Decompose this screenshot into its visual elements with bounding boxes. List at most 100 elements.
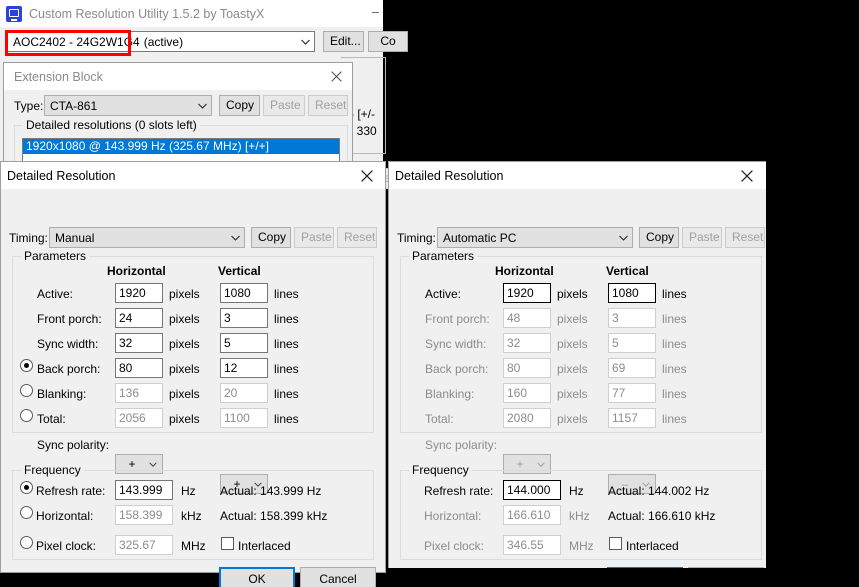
left-timing-value: Manual — [55, 231, 94, 245]
left-cancel-button[interactable]: Cancel — [300, 567, 376, 587]
right-cancel-button[interactable]: Cancel — [688, 567, 764, 568]
extension-block-title: Extension Block — [4, 70, 103, 84]
left-radio-refresh-rate[interactable] — [20, 481, 33, 494]
left-unit-h-5: pixels — [169, 412, 200, 426]
left-unit-h-1: pixels — [169, 312, 200, 326]
left-dialog-client: Timing: Manual Copy Paste Reset Paramete… — [1, 189, 385, 572]
right-freq-unit-0: Hz — [569, 484, 584, 498]
left-radio-horizontal[interactable] — [20, 506, 33, 519]
right-row-h-3[interactable]: 80 — [503, 358, 551, 378]
right-row-v-3[interactable]: 69 — [608, 358, 656, 378]
left-row-h-2[interactable]: 32 — [115, 333, 163, 353]
chevron-down-icon — [296, 32, 314, 51]
right-row-h-1[interactable]: 48 — [503, 308, 551, 328]
left-row-v-3[interactable]: 12 — [220, 358, 268, 378]
left-interlaced-checkbox[interactable] — [221, 537, 234, 550]
list-item[interactable]: 1920x1080 @ 143.999 Hz (325.67 MHz) [+/+… — [23, 139, 339, 154]
close-icon[interactable] — [320, 63, 352, 90]
left-freq-unit-2: MHz — [181, 539, 206, 553]
right-sync-polarity-label: Sync polarity: — [425, 438, 497, 452]
left-ok-button[interactable]: OK — [219, 567, 295, 587]
right-row-v-4[interactable]: 77 — [608, 383, 656, 403]
left-parameters-label: Parameters — [21, 249, 89, 263]
right-interlaced-label: Interlaced — [626, 539, 679, 553]
right-row-v-1[interactable]: 3 — [608, 308, 656, 328]
left-radio-blanking[interactable] — [20, 384, 33, 397]
extension-reset-button[interactable]: Reset — [308, 95, 348, 116]
extension-paste-button[interactable]: Paste — [263, 95, 305, 116]
left-radio-back-porch[interactable] — [20, 359, 33, 372]
left-row-v-1[interactable]: 3 — [220, 308, 268, 328]
right-paste-button[interactable]: Paste — [682, 227, 722, 248]
right-row-label-2: Sync width: — [425, 337, 486, 351]
display-select-value: AOC2402 - 24G2W1G4 — [13, 35, 140, 49]
left-row-h-1[interactable]: 24 — [115, 308, 163, 328]
edit-button[interactable]: Edit... — [323, 31, 364, 52]
type-label: Type: — [14, 99, 43, 113]
left-unit-v-4: lines — [274, 387, 299, 401]
right-freq-value-1[interactable]: 166.610 — [503, 505, 561, 525]
left-row-h-0[interactable]: 1920 — [115, 283, 163, 303]
right-dialog-clip: Detailed Resolution Timing: Automatic PC… — [388, 161, 766, 568]
right-unit-v-5: lines — [662, 412, 687, 426]
right-unit-h-0: pixels — [557, 287, 588, 301]
left-freq-value-2[interactable]: 325.67 — [115, 535, 173, 555]
left-dialog-title: Detailed Resolution — [1, 169, 115, 183]
left-radio-pixel-clock[interactable] — [20, 536, 33, 549]
right-row-label-1: Front porch: — [425, 312, 490, 326]
left-row-label-5: Total: — [37, 412, 66, 426]
right-row-h-4[interactable]: 160 — [503, 383, 551, 403]
display-select[interactable]: AOC2402 - 24G2W1G4 (active) — [7, 31, 315, 52]
type-select[interactable]: CTA-861 — [44, 95, 212, 116]
left-freq-label-2: Pixel clock: — [36, 539, 96, 553]
right-timing-value: Automatic PC — [443, 231, 516, 245]
close-icon[interactable] — [731, 162, 763, 189]
right-row-label-3: Back porch: — [425, 362, 488, 376]
left-radio-total[interactable] — [20, 409, 33, 422]
left-copy-button[interactable]: Copy — [251, 227, 291, 248]
close-icon[interactable] — [351, 162, 383, 189]
right-row-h-0[interactable]: 1920 — [503, 283, 551, 303]
right-timing-select[interactable]: Automatic PC — [437, 227, 633, 248]
detailed-resolution-dialog-left: Detailed Resolution Timing: Manual Copy … — [0, 161, 386, 573]
right-ok-button[interactable]: OK — [607, 567, 683, 568]
left-unit-h-2: pixels — [169, 337, 200, 351]
left-row-v-0[interactable]: 1080 — [220, 283, 268, 303]
right-row-label-0: Active: — [425, 287, 461, 301]
right-interlaced-checkbox[interactable] — [609, 537, 622, 550]
right-freq-value-0[interactable]: 144.000 — [503, 480, 561, 500]
right-row-v-5[interactable]: 1157 — [608, 408, 656, 428]
right-unit-v-4: lines — [662, 387, 687, 401]
left-row-v-5[interactable]: 1100 — [220, 408, 268, 428]
left-reset-button[interactable]: Reset — [337, 227, 377, 248]
right-unit-v-1: lines — [662, 312, 687, 326]
left-freq-actual-1: Actual: 158.399 kHz — [220, 509, 327, 523]
left-row-v-4[interactable]: 20 — [220, 383, 268, 403]
copy-button[interactable]: Co — [368, 31, 408, 52]
left-row-v-2[interactable]: 5 — [220, 333, 268, 353]
minimize-button[interactable]: – — [372, 4, 379, 19]
left-row-h-4[interactable]: 136 — [115, 383, 163, 403]
cru-titlebar: Custom Resolution Utility 1.5.2 by Toast… — [0, 0, 383, 27]
right-row-h-5[interactable]: 2080 — [503, 408, 551, 428]
left-row-h-5[interactable]: 2056 — [115, 408, 163, 428]
right-row-v-0[interactable]: 1080 — [608, 283, 656, 303]
right-freq-value-2[interactable]: 346.55 — [503, 535, 561, 555]
left-paste-button[interactable]: Paste — [294, 227, 334, 248]
right-freq-actual-1: Actual: 166.610 kHz — [608, 509, 715, 523]
right-row-h-2[interactable]: 32 — [503, 333, 551, 353]
chevron-down-icon — [193, 96, 211, 115]
right-parameters-label: Parameters — [409, 249, 477, 263]
left-row-h-3[interactable]: 80 — [115, 358, 163, 378]
right-copy-button[interactable]: Copy — [639, 227, 679, 248]
left-freq-value-0[interactable]: 143.999 — [115, 480, 173, 500]
left-timing-select[interactable]: Manual — [49, 227, 245, 248]
extension-copy-button[interactable]: Copy — [219, 95, 260, 116]
right-freq-unit-2: MHz — [569, 539, 594, 553]
right-row-v-2[interactable]: 5 — [608, 333, 656, 353]
right-col-horizontal: Horizontal — [495, 264, 554, 278]
left-freq-value-1[interactable]: 158.399 — [115, 505, 173, 525]
extension-block-client: Type: CTA-861 Copy Paste Reset Detailed … — [4, 90, 352, 165]
right-reset-button[interactable]: Reset — [725, 227, 765, 248]
right-unit-h-2: pixels — [557, 337, 588, 351]
